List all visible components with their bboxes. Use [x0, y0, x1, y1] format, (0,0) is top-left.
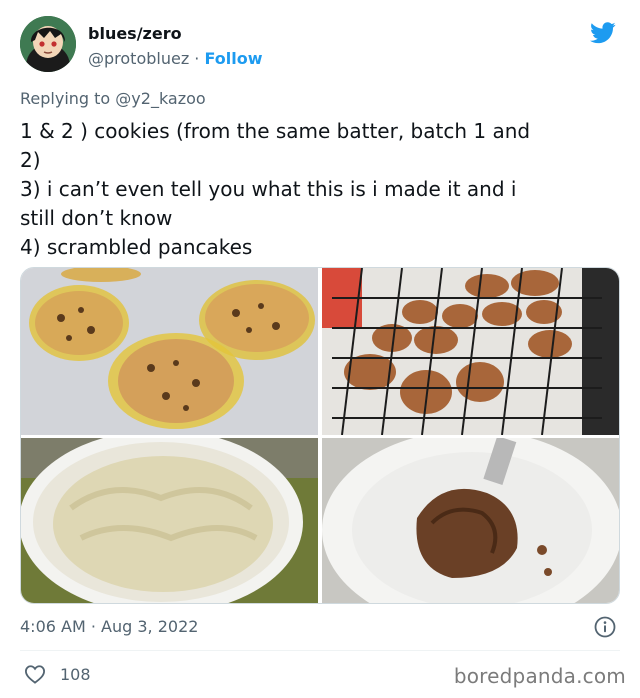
divider — [20, 650, 620, 651]
tweet-date: Aug 3, 2022 — [101, 617, 199, 636]
replying-prefix: Replying to — [20, 89, 116, 108]
tweet-line: 4) scrambled pancakes — [20, 235, 253, 259]
tweet-header: blues/zero @protobluez · Follow — [20, 16, 620, 76]
avatar[interactable] — [20, 16, 76, 72]
tweet-text: 1 & 2 ) cookies (from the same batter, b… — [20, 117, 620, 262]
info-icon[interactable] — [594, 616, 616, 638]
author-block: blues/zero @protobluez · Follow — [88, 24, 263, 68]
replying-to: Replying to @y2_kazoo — [20, 89, 206, 108]
photo-scrambled-pancakes[interactable] — [322, 438, 619, 603]
handle-separator: · — [189, 49, 205, 68]
author-name[interactable]: blues/zero — [88, 24, 263, 43]
tweet-line: still don’t know — [20, 206, 173, 230]
watermark: boredpanda.com — [453, 664, 626, 688]
photo-mystery-dish[interactable] — [21, 438, 318, 603]
twitter-bird-icon[interactable] — [590, 22, 616, 44]
tweet-line: 1 & 2 ) cookies (from the same batter, b… — [20, 119, 531, 143]
like-action[interactable]: 108 — [24, 663, 91, 685]
tweet-line: 2) — [20, 148, 41, 172]
like-count: 108 — [60, 664, 91, 684]
tweet-time: 4:06 AM — [20, 617, 86, 636]
tweet-timestamp[interactable]: 4:06 AM · Aug 3, 2022 — [20, 617, 198, 636]
photo-cookies-batch-2[interactable] — [322, 268, 619, 435]
author-handle-line: @protobluez · Follow — [88, 49, 263, 68]
tweet-line: 3) i can’t even tell you what this is i … — [20, 177, 517, 201]
reply-mention[interactable]: @y2_kazoo — [115, 89, 205, 108]
photo-cookies-batch-1[interactable] — [21, 268, 318, 435]
heart-icon[interactable] — [24, 664, 46, 684]
author-handle[interactable]: @protobluez — [88, 49, 189, 68]
media-grid — [20, 267, 620, 604]
follow-button[interactable]: Follow — [204, 49, 262, 68]
timestamp-separator: · — [85, 617, 102, 636]
